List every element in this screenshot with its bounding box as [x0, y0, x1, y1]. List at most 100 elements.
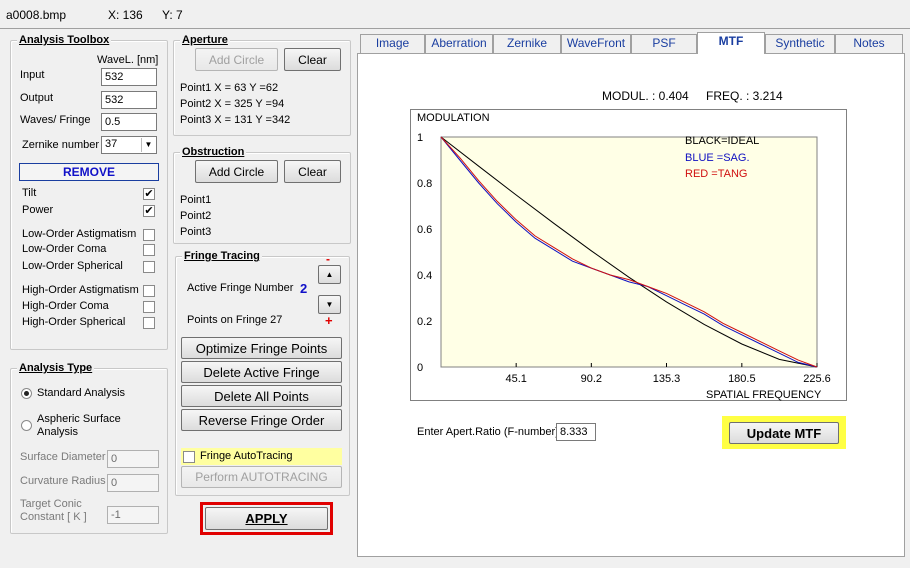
high-spherical-checkbox[interactable]	[143, 317, 155, 329]
aspheric-analysis-radio[interactable]	[21, 420, 32, 431]
y-tick-label: 0.4	[417, 270, 432, 282]
aperture-clear-button[interactable]: Clear	[284, 48, 341, 71]
active-fringe-label: Active Fringe Number	[187, 282, 294, 294]
target-conic-field[interactable]	[107, 506, 159, 524]
window-title: a0008.bmp	[6, 8, 67, 22]
tilt-checkbox[interactable]: ✔	[143, 188, 155, 200]
term-label-low-coma: Low-Order Coma	[22, 243, 107, 255]
target-conic-label-1: Target Conic	[20, 498, 82, 510]
y-tick-label: 1	[417, 132, 423, 144]
x-readout: X: 136	[108, 8, 143, 22]
update-mtf-button[interactable]: Update MTF	[729, 422, 839, 444]
fringe-up-button[interactable]: ▲	[318, 265, 341, 284]
curvature-radius-field[interactable]	[107, 474, 159, 492]
obstruction-point-2: Point2	[180, 210, 212, 222]
legend-tang: RED =TANG	[685, 168, 747, 180]
power-checkbox[interactable]: ✔	[143, 205, 155, 217]
low-spherical-checkbox[interactable]	[143, 261, 155, 273]
obstruction-clear-button[interactable]: Clear	[284, 160, 341, 183]
tab-mtf[interactable]: MTF	[697, 32, 765, 54]
y-axis-label: MODULATION	[417, 112, 490, 124]
freq-readout: FREQ. : 3.214	[706, 89, 783, 103]
modul-readout: MODUL. : 0.404	[602, 89, 689, 103]
title-bar: a0008.bmp X: 136 Y: 7	[0, 0, 910, 28]
x-tick-label: 225.6	[803, 373, 831, 385]
tab-psf[interactable]: PSF	[631, 34, 697, 53]
arrow-up-icon: ▲	[325, 270, 334, 279]
term-label-low-astig: Low-Order Astigmatism	[22, 228, 137, 240]
tab-aberration[interactable]: Aberration	[425, 34, 493, 53]
apply-button[interactable]: APPLY	[205, 507, 328, 530]
high-coma-checkbox[interactable]	[143, 301, 155, 313]
points-on-fringe-label: Points on Fringe 27	[187, 314, 283, 326]
tab-synthetic[interactable]: Synthetic	[765, 34, 835, 53]
aperture-point-1: Point1 X = 63 Y =62	[180, 82, 279, 94]
x-tick-label: 45.1	[505, 373, 526, 385]
waves-fringe-label: Waves/ Fringe	[20, 114, 91, 126]
y-tick-label: 0	[417, 362, 423, 374]
obstruction-point-1: Point1	[180, 194, 212, 206]
term-label-high-spherical: High-Order Spherical	[22, 316, 126, 328]
reverse-fringe-order-button[interactable]: Reverse Fringe Order	[181, 409, 342, 431]
term-label-tilt: Tilt	[22, 187, 37, 199]
aperture-point-2: Point2 X = 325 Y =94	[180, 98, 285, 110]
perform-autotracing-button[interactable]: Perform AUTOTRACING	[181, 466, 342, 488]
minus-sign: -	[326, 252, 330, 266]
term-label-high-astig: High-Order Astigmatism	[22, 284, 139, 296]
obstruction-add-circle-button[interactable]: Add Circle	[195, 160, 278, 183]
analysis-toolbox-title: Analysis Toolbox	[17, 34, 112, 46]
aperture-title: Aperture	[180, 34, 230, 46]
low-astigmatism-checkbox[interactable]	[143, 229, 155, 241]
wavel-header: WaveL. [nm]	[97, 54, 159, 66]
plot-area	[440, 136, 818, 368]
curvature-radius-label: Curvature Radius	[20, 475, 106, 487]
mtf-chart-svg: MODULATION SPATIAL FREQUENCY 45.1 90.2 135…	[417, 112, 831, 401]
tab-image[interactable]: Image	[360, 34, 425, 53]
apert-ratio-label: Enter Apert.Ratio (F-number)	[417, 426, 559, 438]
y-tick-label: 0.6	[417, 224, 432, 236]
apert-ratio-field[interactable]	[556, 423, 596, 441]
input-label: Input	[20, 69, 45, 81]
x-axis-label: SPATIAL FREQUENCY	[706, 389, 822, 401]
legend-ideal: BLACK=IDEAL	[685, 135, 759, 147]
standard-analysis-radio[interactable]	[21, 388, 32, 399]
surface-diameter-label: Surface Diameter	[20, 451, 106, 463]
fringe-down-button[interactable]: ▼	[318, 295, 341, 314]
term-label-high-coma: High-Order Coma	[22, 300, 109, 312]
y-tick-label: 0.8	[417, 178, 432, 190]
mtf-chart: MODULATION SPATIAL FREQUENCY 45.1 90.2 135…	[410, 109, 847, 401]
delete-active-fringe-button[interactable]: Delete Active Fringe	[181, 361, 342, 383]
tab-wavefront[interactable]: WaveFront	[561, 34, 631, 53]
target-conic-label-2: Constant [ K ]	[20, 511, 87, 523]
x-tick-label: 90.2	[581, 373, 602, 385]
surface-diameter-field[interactable]	[107, 450, 159, 468]
chevron-down-icon[interactable]: ▼	[141, 138, 155, 152]
fringe-autotracing-checkbox[interactable]	[183, 451, 195, 463]
term-label-power: Power	[22, 204, 54, 216]
fringe-tracing-title: Fringe Tracing	[182, 250, 262, 262]
tab-notes[interactable]: Notes	[835, 34, 903, 53]
output-wavelength-field[interactable]	[101, 91, 157, 109]
remove-button[interactable]: REMOVE	[19, 163, 159, 181]
zernike-number-value: 37	[105, 138, 118, 150]
high-astigmatism-checkbox[interactable]	[143, 285, 155, 297]
legend-sag: BLUE =SAG.	[685, 152, 750, 164]
low-coma-checkbox[interactable]	[143, 244, 155, 256]
term-label-low-spherical: Low-Order Spherical	[22, 260, 123, 272]
x-tick-label: 135.3	[653, 373, 681, 385]
aperture-add-circle-button[interactable]: Add Circle	[195, 48, 278, 71]
aspheric-label-2: Analysis	[37, 426, 78, 438]
waves-fringe-field[interactable]	[101, 113, 157, 131]
delete-all-points-button[interactable]: Delete All Points	[181, 385, 342, 407]
analysis-type-title: Analysis Type	[17, 362, 95, 374]
output-label: Output	[20, 92, 54, 104]
input-wavelength-field[interactable]	[101, 68, 157, 86]
tab-zernike[interactable]: Zernike	[493, 34, 561, 53]
zernike-number-label: Zernike number	[22, 139, 100, 151]
aspheric-label-1: Aspheric Surface	[37, 413, 121, 425]
y-tick-label: 0.2	[417, 316, 432, 328]
fringe-autotracing-label: Fringe AutoTracing	[200, 450, 293, 462]
y-readout: Y: 7	[162, 8, 183, 22]
zernike-number-select[interactable]: 37 ▼	[101, 136, 157, 154]
optimize-fringe-points-button[interactable]: Optimize Fringe Points	[181, 337, 342, 359]
